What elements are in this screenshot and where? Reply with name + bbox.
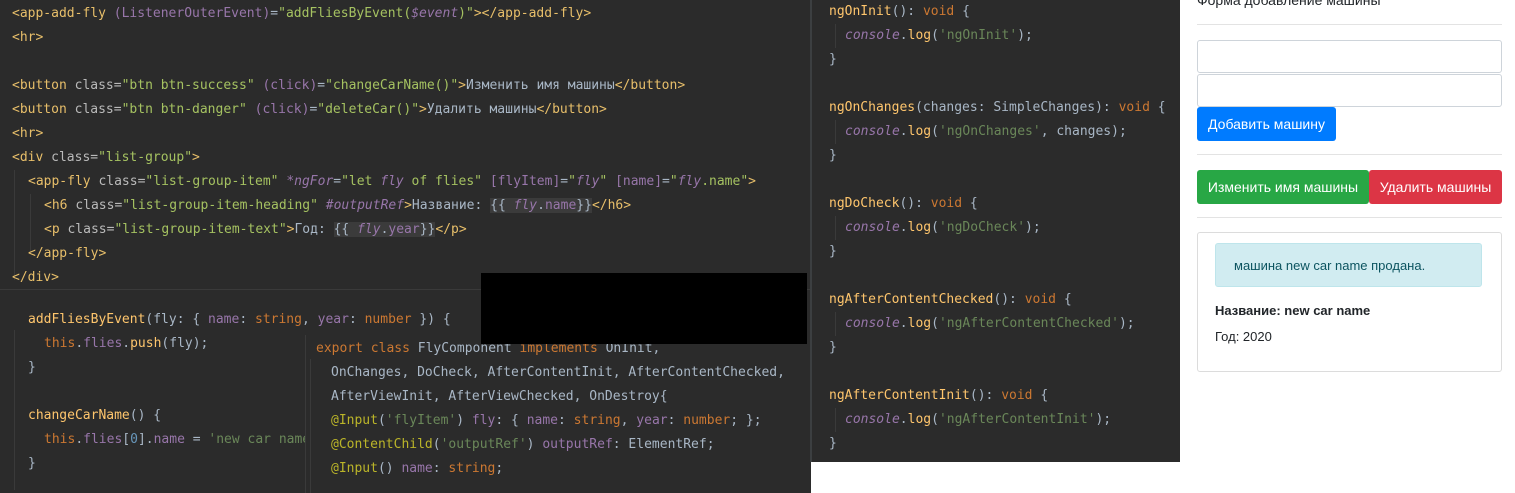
code-line[interactable]: } (829, 144, 837, 168)
pane-divider (810, 0, 812, 462)
code-line[interactable]: <app-add-fly (ListenerOuterEvent)="addFl… (12, 2, 591, 26)
indent-guide (310, 359, 311, 493)
redacted-block (481, 273, 807, 344)
code-line[interactable]: OnChanges, DoCheck, AfterContentInit, Af… (331, 361, 785, 385)
delete-car-button[interactable]: Удалить машины (1369, 170, 1502, 204)
car-name-heading: Название: new car name (1215, 303, 1371, 318)
form-title: Форма добавление машины (1197, 0, 1381, 8)
code-line[interactable]: <h6 class="list-group-item-heading" #out… (44, 194, 631, 218)
code-line[interactable]: AfterViewInit, AfterViewChecked, OnDestr… (331, 385, 668, 409)
indent-guide (14, 170, 15, 280)
code-line[interactable]: changeCarName() { (28, 404, 161, 428)
indent-guide (835, 216, 836, 240)
car-year-text: Год: 2020 (1215, 329, 1272, 344)
code-line[interactable]: </app-fly> (28, 242, 106, 266)
code-line[interactable]: <div class="list-group"> (12, 146, 200, 170)
code-line[interactable]: } (28, 356, 36, 380)
code-line[interactable]: console.log('ngOnInit'); (845, 24, 1033, 48)
code-line[interactable]: <app-fly class="list-group-item" *ngFor=… (28, 170, 756, 194)
code-line[interactable]: } (829, 336, 837, 360)
divider (1197, 154, 1502, 155)
list-group-item: машина new car name продана. Название: n… (1197, 232, 1502, 372)
code-line[interactable]: <button class="btn btn-success" (click)=… (12, 74, 685, 98)
indent-guide (14, 330, 15, 490)
code-line[interactable]: @Input('flyItem') fly: { name: string, y… (331, 409, 762, 433)
indent-guide (835, 120, 836, 144)
code-line[interactable]: ngOnChanges(changes: SimpleChanges): voi… (829, 96, 1166, 120)
code-line[interactable]: @ContentChild('outputRef') outputRef: El… (331, 433, 715, 457)
code-line[interactable]: <hr> (12, 26, 43, 50)
code-line[interactable]: ngOnInit(): void { (829, 0, 970, 24)
code-line[interactable]: } (829, 432, 837, 456)
code-line[interactable]: @Input() name: string; (331, 457, 503, 481)
code-line[interactable]: } (829, 240, 837, 264)
car-name-input[interactable] (1197, 40, 1502, 73)
code-line[interactable]: <hr> (12, 122, 43, 146)
code-line[interactable]: this.flies[0].name = 'new car name'; (44, 428, 326, 452)
code-line[interactable]: console.log('ngOnChanges', changes); (845, 120, 1127, 144)
editor-middle-pane[interactable]: export class FlyComponent implements OnI… (305, 335, 811, 493)
code-line[interactable]: ngAfterContentInit(): void { (829, 384, 1048, 408)
code-line[interactable]: } (829, 48, 837, 72)
indent-guide (835, 312, 836, 336)
code-line[interactable]: </div> (12, 266, 59, 290)
code-line[interactable]: console.log('ngAfterContentChecked'); (845, 312, 1135, 336)
indent-guide (835, 408, 836, 432)
code-line[interactable]: ngAfterContentChecked(): void { (829, 288, 1072, 312)
code-line[interactable]: <button class="btn btn-danger" (click)="… (12, 98, 607, 122)
car-year-input[interactable] (1197, 74, 1502, 107)
add-car-button[interactable]: Добавить машину (1197, 107, 1336, 141)
code-line[interactable]: console.log('ngAfterContentInit'); (845, 408, 1111, 432)
code-line[interactable]: this.flies.push(fly); (44, 332, 208, 356)
code-line[interactable]: console.log('ngDoCheck'); (845, 216, 1041, 240)
divider (1197, 24, 1502, 25)
code-line[interactable]: ngDoCheck(): void { (829, 192, 978, 216)
browser-preview: Форма добавление машины Добавить машину … (1180, 0, 1515, 493)
change-car-name-button[interactable]: Изменить имя машины (1197, 170, 1369, 204)
editor-right-pane[interactable]: ngOnInit(): void { console.log('ngOnInit… (810, 0, 1180, 462)
code-line[interactable]: <p class="list-group-item-text">Год: {{ … (44, 218, 467, 242)
code-line[interactable]: } (28, 452, 36, 476)
sold-alert: машина new car name продана. (1215, 243, 1482, 287)
indent-guide (835, 24, 836, 48)
code-line[interactable]: addFliesByEvent(fly: { name: string, yea… (28, 308, 451, 332)
divider (1197, 217, 1502, 218)
